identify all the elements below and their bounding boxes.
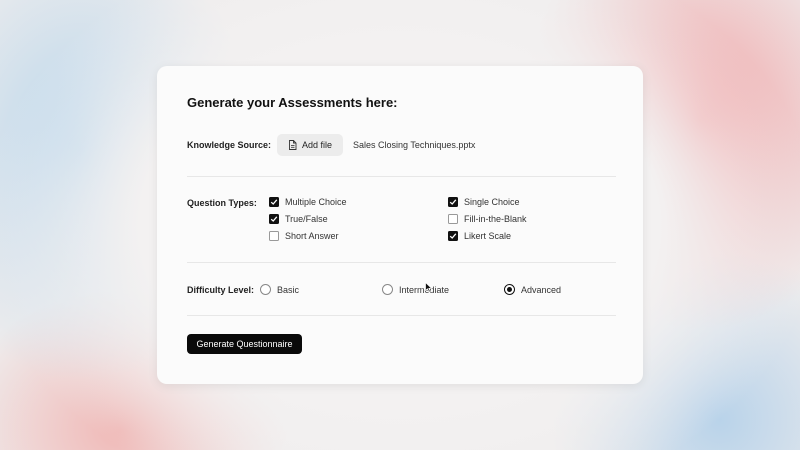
checkbox-unchecked-icon[interactable]	[448, 214, 458, 224]
mouse-cursor-icon	[425, 280, 433, 298]
generate-questionnaire-button[interactable]: Generate Questionnaire	[187, 334, 302, 354]
question-type-label: Fill-in-the-Blank	[464, 214, 527, 224]
divider	[187, 176, 616, 177]
question-type-fill-in-the-blank[interactable]: Fill-in-the-Blank	[448, 214, 527, 224]
question-type-true-false[interactable]: True/False	[269, 214, 328, 224]
file-icon	[288, 140, 297, 150]
divider	[187, 315, 616, 316]
radio-selected-icon[interactable]	[504, 284, 515, 295]
checkbox-unchecked-icon[interactable]	[269, 231, 279, 241]
form-title: Generate your Assessments here:	[187, 95, 398, 110]
checkbox-checked-icon[interactable]	[448, 231, 458, 241]
question-types-label: Question Types:	[187, 198, 257, 208]
difficulty-basic[interactable]: Basic	[260, 284, 299, 295]
difficulty-advanced[interactable]: Advanced	[504, 284, 561, 295]
question-type-label: Likert Scale	[464, 231, 512, 241]
assessment-form-card: Generate your Assessments here: Knowledg…	[157, 66, 643, 384]
question-type-multiple-choice[interactable]: Multiple Choice	[269, 197, 347, 207]
radio-unselected-icon[interactable]	[382, 284, 393, 295]
question-type-label: True/False	[285, 214, 328, 224]
question-type-single-choice[interactable]: Single Choice	[448, 197, 520, 207]
add-file-button[interactable]: Add file	[277, 134, 343, 156]
checkbox-checked-icon[interactable]	[269, 214, 279, 224]
difficulty-level-label: Difficulty Level:	[187, 285, 255, 295]
question-type-likert-scale[interactable]: Likert Scale	[448, 231, 511, 241]
difficulty-intermediate[interactable]: Intermediate	[382, 284, 449, 295]
divider	[187, 262, 616, 263]
question-type-label: Multiple Choice	[285, 197, 347, 207]
question-type-label: Single Choice	[464, 197, 520, 207]
difficulty-label: Advanced	[521, 284, 562, 295]
selected-file-name: Sales Closing Techniques.pptx	[353, 140, 476, 150]
radio-unselected-icon[interactable]	[260, 284, 271, 295]
difficulty-label: Basic	[277, 284, 300, 295]
question-type-short-answer[interactable]: Short Answer	[269, 231, 339, 241]
add-file-label: Add file	[301, 140, 333, 150]
checkbox-checked-icon[interactable]	[269, 197, 279, 207]
knowledge-source-label: Knowledge Source:	[187, 140, 272, 150]
checkbox-checked-icon[interactable]	[448, 197, 458, 207]
question-type-label: Short Answer	[285, 231, 339, 241]
